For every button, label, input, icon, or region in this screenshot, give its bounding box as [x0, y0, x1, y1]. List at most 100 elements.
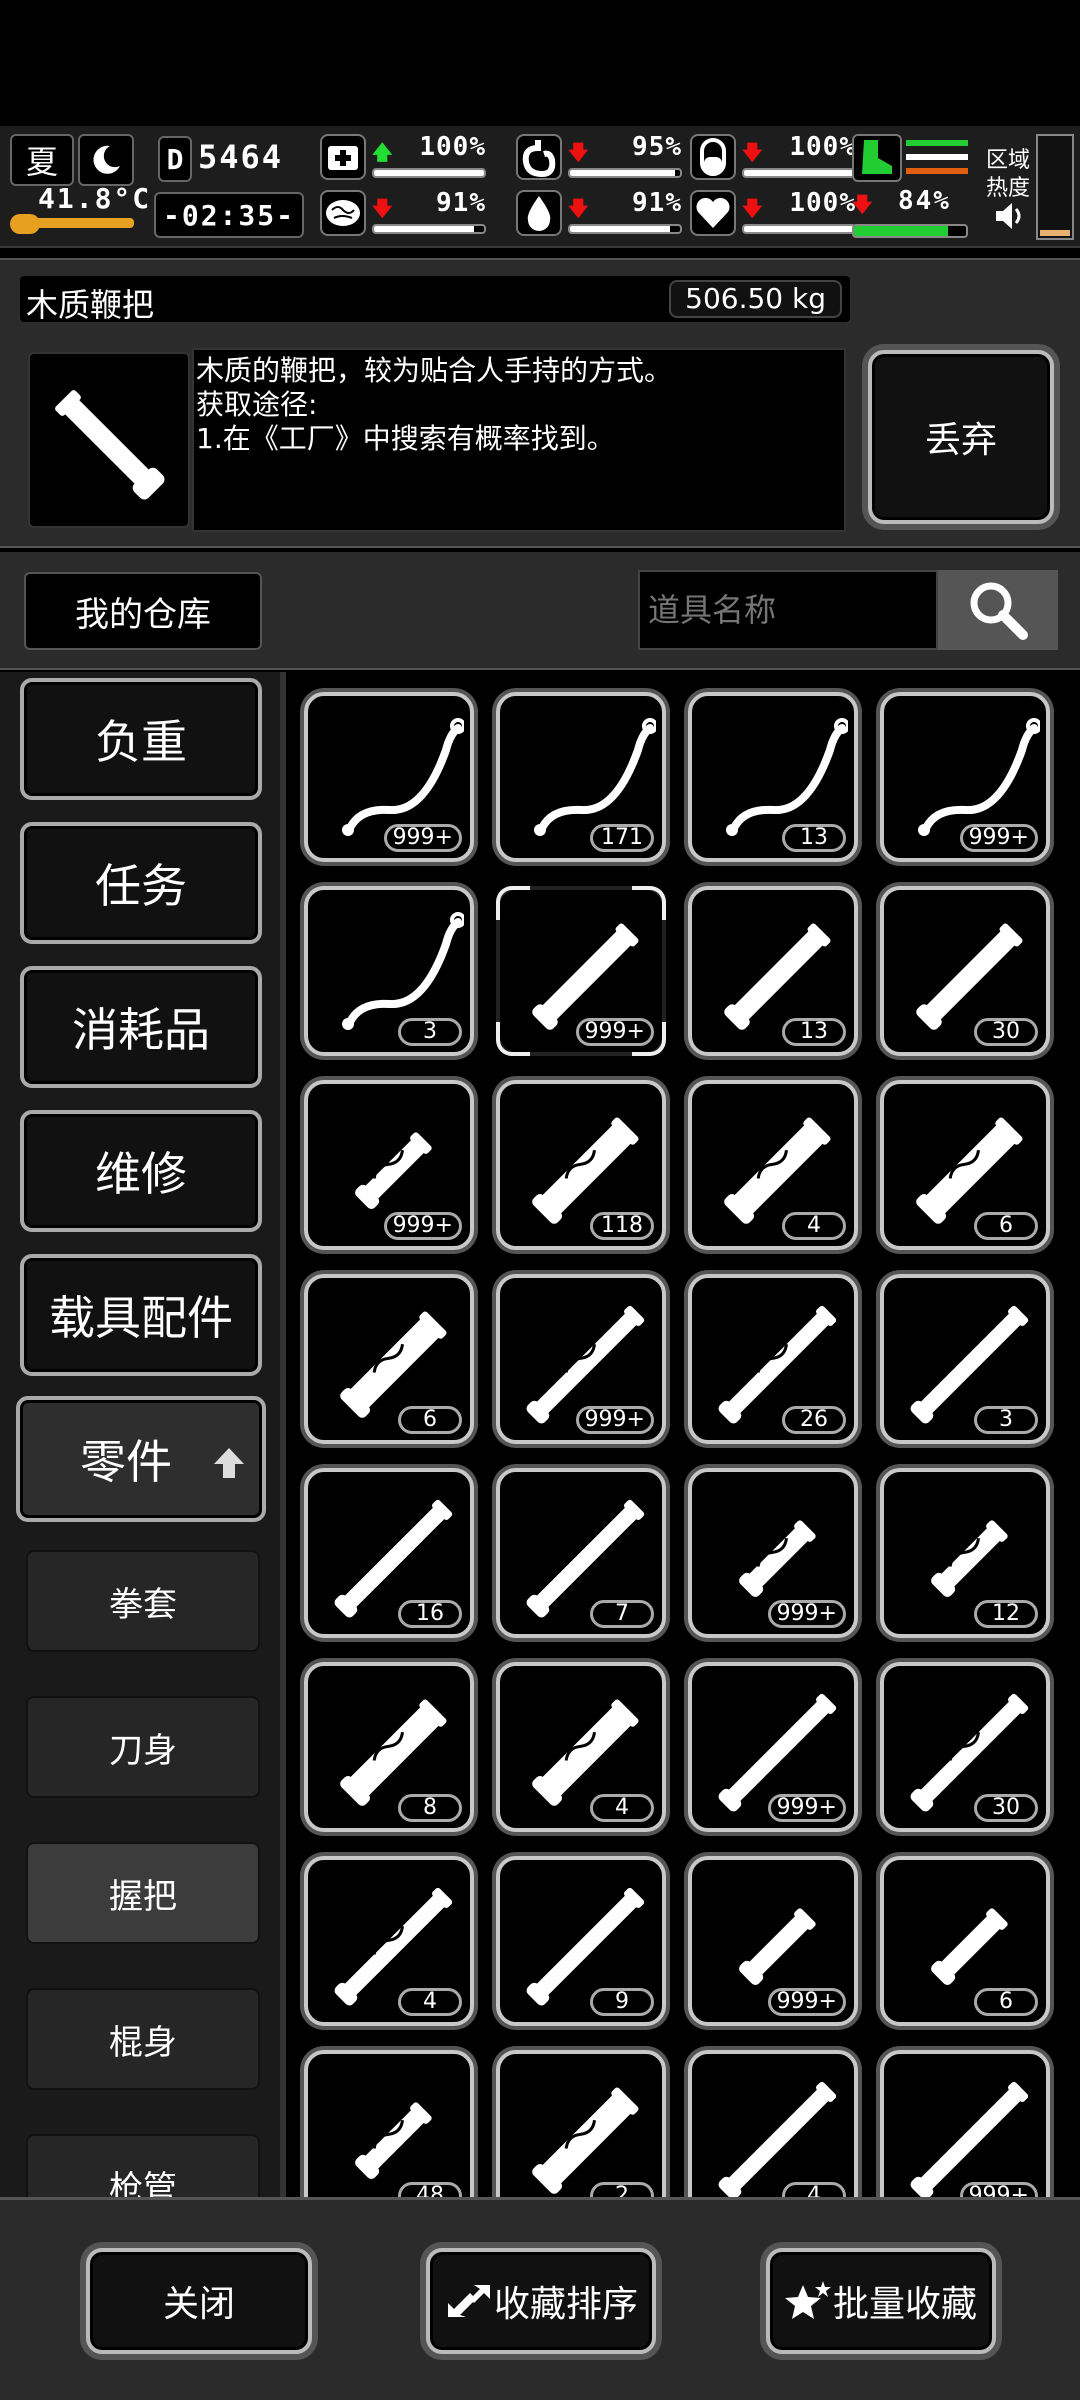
day-label: D	[166, 142, 184, 176]
item-slot[interactable]: 999+	[880, 692, 1050, 862]
subcategory-grip[interactable]: 握把	[26, 1842, 260, 1944]
item-count-badge: 999+	[767, 1600, 846, 1628]
heart-icon	[690, 190, 736, 236]
item-slot[interactable]: 999+	[496, 1274, 666, 1444]
item-slot[interactable]: 999+	[496, 886, 666, 1056]
favorite-sort-button[interactable]: 收藏排序	[426, 2248, 656, 2354]
item-count-badge: 171	[590, 824, 654, 852]
description-line: 1.在《工厂》中搜索有概率找到。	[196, 422, 615, 455]
item-slot[interactable]: 999+	[688, 1468, 858, 1638]
item-slot[interactable]: 171	[496, 692, 666, 862]
item-slot[interactable]: 118	[496, 1080, 666, 1250]
category-sidebar: 负重 任务 消耗品 维修 载具配件 零件 拳套 刀身 握把 棍身 枪管	[0, 672, 280, 2197]
item-slot[interactable]: 13	[688, 692, 858, 862]
stat-bar	[372, 168, 486, 178]
item-slot[interactable]: 13	[688, 886, 858, 1056]
item-slot[interactable]: 3	[304, 886, 474, 1056]
item-slot[interactable]: 6	[880, 1856, 1050, 2026]
stat-mood: 🡇 91%	[320, 188, 490, 240]
stat-bar	[372, 224, 486, 234]
speaker-icon[interactable]	[992, 198, 1028, 234]
item-count-badge: 30	[974, 1018, 1038, 1046]
item-slot[interactable]: 4	[304, 1856, 474, 2026]
season-text: 夏	[25, 143, 58, 181]
item-slot[interactable]: 7	[496, 1468, 666, 1638]
grip-part-icon	[718, 2081, 837, 2197]
item-slot[interactable]: 9	[496, 1856, 666, 2026]
bottom-action-bar: 关闭 收藏排序 批量收藏	[0, 2197, 1080, 2400]
category-repair[interactable]: 维修	[20, 1110, 262, 1232]
item-slot[interactable]: 26	[688, 1274, 858, 1444]
grip-part-icon	[910, 2081, 1029, 2197]
item-slot[interactable]: 6	[880, 1080, 1050, 1250]
item-slot[interactable]: 6	[304, 1274, 474, 1444]
item-slot[interactable]: 4	[688, 2050, 858, 2197]
stat-bar	[568, 224, 682, 234]
stamina-lines	[906, 136, 968, 180]
swap-arrows-icon	[447, 2285, 490, 2317]
item-count-badge: 4	[782, 2182, 846, 2197]
item-slot[interactable]: 30	[880, 1662, 1050, 1832]
subcategory-knuckles[interactable]: 拳套	[26, 1550, 260, 1652]
item-slot[interactable]: 3	[880, 1274, 1050, 1444]
item-count-badge: 12	[974, 1600, 1038, 1628]
my-warehouse-label[interactable]: 我的仓库	[24, 572, 262, 650]
grip-part-icon	[355, 2102, 432, 2179]
item-slot[interactable]: 12	[880, 1468, 1050, 1638]
item-thumbnail	[28, 352, 190, 528]
stat-percent: 91%	[436, 188, 486, 218]
stamina-percent: 84%	[898, 186, 951, 216]
item-count-badge: 7	[590, 1600, 654, 1628]
item-slot[interactable]: 999+	[304, 692, 474, 862]
category-quest[interactable]: 任务	[20, 822, 262, 944]
category-parts[interactable]: 零件	[16, 1396, 266, 1522]
item-search-input[interactable]	[638, 570, 938, 650]
item-slot[interactable]: 999+	[688, 1662, 858, 1832]
item-slot[interactable]: 999+	[688, 1856, 858, 2026]
subcategory-barrel[interactable]: 枪管	[26, 2134, 260, 2197]
item-slot[interactable]: 999+	[880, 2050, 1050, 2197]
stamina-arrow: 🡇	[852, 192, 873, 216]
item-slot[interactable]: 16	[304, 1468, 474, 1638]
medkit-icon	[320, 134, 366, 180]
item-count-badge: 9	[590, 1988, 654, 2016]
subcategory-shaft[interactable]: 棍身	[26, 1988, 260, 2090]
stat-arrow: 🡇	[568, 140, 589, 164]
stat-arrow: 🡇	[568, 196, 589, 220]
item-count-badge: 26	[782, 1406, 846, 1434]
stat-health: 🡅 100%	[320, 132, 490, 184]
item-count-badge: 6	[974, 1988, 1038, 2016]
category-vehicle-parts[interactable]: 载具配件	[20, 1254, 262, 1376]
stars-icon	[784, 2281, 831, 2319]
item-count-badge: 118	[590, 1212, 654, 1240]
item-slot[interactable]: 4	[688, 1080, 858, 1250]
item-weight: 506.50 kg	[669, 280, 842, 318]
water-drop-icon	[516, 190, 562, 236]
category-load[interactable]: 负重	[20, 678, 262, 800]
item-count-badge: 8	[398, 1794, 462, 1822]
subcategory-blade[interactable]: 刀身	[26, 1696, 260, 1798]
inventory-screen: { "status": { "season": "夏", "temperatur…	[0, 0, 1080, 2400]
item-count-badge: 4	[782, 1212, 846, 1240]
item-slot[interactable]: 48	[304, 2050, 474, 2197]
search-icon	[970, 582, 1028, 640]
discard-button[interactable]: 丢弃	[868, 350, 1054, 524]
close-button[interactable]: 关闭	[86, 2248, 312, 2354]
item-slot[interactable]: 30	[880, 886, 1050, 1056]
stat-percent: 91%	[632, 188, 682, 218]
item-slot[interactable]: 4	[496, 1662, 666, 1832]
item-slot[interactable]: 8	[304, 1662, 474, 1832]
stat-arrow: 🡇	[742, 140, 763, 164]
stamina-bar	[852, 224, 968, 238]
category-consumables[interactable]: 消耗品	[20, 966, 262, 1088]
item-slot[interactable]: 999+	[304, 1080, 474, 1250]
description-line: 木质的鞭把，较为贴合人手持的方式。	[196, 354, 673, 387]
item-slot[interactable]: 2	[496, 2050, 666, 2197]
stat-bar	[742, 224, 856, 234]
batch-favorite-button[interactable]: 批量收藏	[766, 2248, 996, 2354]
item-count-badge: 13	[782, 824, 846, 852]
item-count-badge: 13	[782, 1018, 846, 1046]
season-box: 夏	[10, 134, 74, 186]
pill-icon	[690, 134, 736, 180]
search-button[interactable]	[938, 570, 1058, 650]
